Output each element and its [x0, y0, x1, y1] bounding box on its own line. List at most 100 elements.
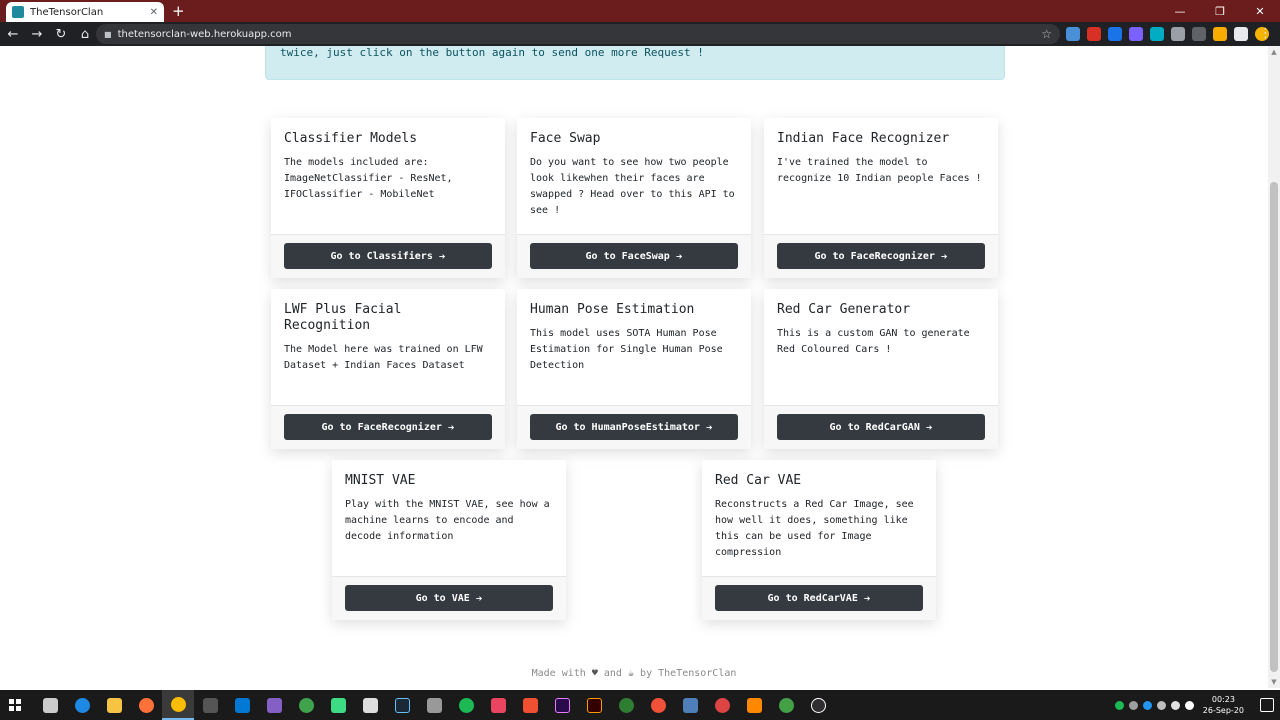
- storage-icon[interactable]: [418, 690, 450, 720]
- windows-logo-icon: [9, 699, 21, 711]
- browser-tab[interactable]: TheTensorClan ✕: [6, 2, 164, 22]
- extension-notes-icon[interactable]: [1213, 27, 1227, 41]
- vscode-icon[interactable]: [226, 690, 258, 720]
- minimize-button[interactable]: —: [1160, 0, 1200, 22]
- go-to-facerecognizer-button[interactable]: Go to FaceRecognizer ➔: [777, 243, 985, 269]
- coffee-icon: ☕: [627, 668, 635, 679]
- address-url[interactable]: thetensorclan-web.herokuapp.com: [118, 29, 1042, 40]
- extensions-puzzle-icon[interactable]: [1234, 27, 1248, 41]
- spotify-icon[interactable]: [450, 690, 482, 720]
- card-title: Red Car VAE: [715, 473, 802, 488]
- footer-by: by TheTensorClan: [640, 668, 737, 679]
- button-label: Go to Classifiers: [330, 250, 433, 262]
- tray-app-icon[interactable]: [1129, 700, 1138, 710]
- file-explorer-icon[interactable]: [98, 690, 130, 720]
- button-label: Go to HumanPoseEstimator: [555, 421, 700, 433]
- button-label: Go to RedCarVAE: [767, 592, 858, 604]
- go-to-lwf-facerecognizer-button[interactable]: Go to FaceRecognizer ➔: [284, 414, 492, 440]
- extension-grey-icon[interactable]: [1171, 27, 1185, 41]
- obs-icon[interactable]: [802, 690, 834, 720]
- arrow-right-icon: ➔: [863, 591, 871, 605]
- button-label: Go to FaceRecognizer: [321, 421, 442, 433]
- forward-arrow-icon[interactable]: →: [26, 23, 48, 45]
- vlc-icon[interactable]: [738, 690, 770, 720]
- arrow-right-icon: ➔: [447, 420, 455, 434]
- card-text: I've trained the model to recognize 10 I…: [777, 157, 982, 184]
- extension-gear-icon[interactable]: [1150, 27, 1164, 41]
- tray-spotify-icon[interactable]: [1115, 700, 1124, 710]
- tray-cloud-icon[interactable]: [1157, 700, 1166, 710]
- green-app-icon[interactable]: [290, 690, 322, 720]
- scroll-up-icon[interactable]: ▲: [1268, 46, 1280, 58]
- bookmark-star-icon[interactable]: ☆: [1041, 27, 1052, 41]
- menu-dots-icon[interactable]: ⋮: [1259, 26, 1272, 41]
- card-text: Do you want to see how two people look l…: [530, 157, 735, 216]
- go-to-humanposeestimator-button[interactable]: Go to HumanPoseEstimator ➔: [530, 414, 738, 440]
- arrow-right-icon: ➔: [940, 249, 948, 263]
- extension-new-icon[interactable]: [1108, 27, 1122, 41]
- go-to-faceswap-button[interactable]: Go to FaceSwap ➔: [530, 243, 738, 269]
- git-icon[interactable]: [514, 690, 546, 720]
- card-title: Human Pose Estimation: [530, 302, 695, 317]
- card-face-swap: Face Swap Do you want to see how two peo…: [517, 118, 751, 278]
- arrow-right-icon: ➔: [925, 420, 933, 434]
- edge-icon[interactable]: [66, 690, 98, 720]
- taskbar-clock[interactable]: 00:23 26-Sep-20: [1203, 694, 1244, 716]
- arrow-right-icon: ➔: [475, 591, 483, 605]
- start-button[interactable]: [0, 690, 30, 720]
- card-footer: Go to RedCarGAN ➔: [764, 405, 998, 449]
- home-icon[interactable]: ⌂: [74, 23, 96, 45]
- task-view-icon[interactable]: [34, 690, 66, 720]
- premiere-icon[interactable]: [546, 690, 578, 720]
- visual-studio-icon[interactable]: [258, 690, 290, 720]
- button-label: Go to RedCarGAN: [829, 421, 920, 433]
- extensions-row: [1066, 27, 1269, 41]
- firefox-icon[interactable]: [130, 690, 162, 720]
- tray-network-icon[interactable]: [1171, 700, 1180, 710]
- chrome-icon[interactable]: [162, 690, 194, 720]
- go-to-redcargan-button[interactable]: Go to RedCarGAN ➔: [777, 414, 985, 440]
- heart-icon: ♥: [591, 668, 598, 679]
- card-mnist-vae: MNIST VAE Play with the MNIST VAE, see h…: [332, 460, 566, 620]
- swift-icon[interactable]: [642, 690, 674, 720]
- new-tab-button[interactable]: +: [172, 2, 185, 20]
- extension-adblock-icon[interactable]: [1087, 27, 1101, 41]
- card-classifier-models: Classifier Models The models included ar…: [271, 118, 505, 278]
- page-scrollbar[interactable]: ▲ ▼: [1268, 46, 1280, 688]
- green-round-icon[interactable]: [770, 690, 802, 720]
- go-to-classifiers-button[interactable]: Go to Classifiers ➔: [284, 243, 492, 269]
- extension-counter-icon[interactable]: [1129, 27, 1143, 41]
- address-bar[interactable]: ■ thetensorclan-web.herokuapp.com ☆: [96, 24, 1060, 44]
- lock-icon: ■: [104, 29, 112, 39]
- alert-text: twice, just click on the button again to…: [280, 46, 704, 59]
- steam-icon[interactable]: [386, 690, 418, 720]
- close-window-button[interactable]: ✕: [1240, 0, 1280, 22]
- page-viewport: twice, just click on the button again to…: [0, 46, 1268, 688]
- back-arrow-icon[interactable]: ←: [2, 23, 24, 45]
- scrollbar-thumb[interactable]: [1270, 182, 1278, 672]
- unity-icon[interactable]: [354, 690, 386, 720]
- android-icon[interactable]: [610, 690, 642, 720]
- extension-circle-icon[interactable]: [1192, 27, 1206, 41]
- footer-and: and: [603, 668, 622, 679]
- scroll-down-icon[interactable]: ▼: [1268, 676, 1280, 688]
- notification-icon[interactable]: [1260, 698, 1274, 712]
- go-to-redcarvae-button[interactable]: Go to RedCarVAE ➔: [715, 585, 923, 611]
- tray-volume-icon[interactable]: [1185, 700, 1194, 710]
- maximize-button[interactable]: ❐: [1200, 0, 1240, 22]
- terminal-icon[interactable]: [194, 690, 226, 720]
- illustrator-icon[interactable]: [578, 690, 610, 720]
- tray-bluetooth-icon[interactable]: [1143, 700, 1152, 710]
- go-to-vae-button[interactable]: Go to VAE ➔: [345, 585, 553, 611]
- tab-close-icon[interactable]: ✕: [150, 7, 158, 18]
- android-studio-icon[interactable]: [322, 690, 354, 720]
- shield-app-icon[interactable]: [674, 690, 706, 720]
- card-footer: Go to VAE ➔: [332, 576, 566, 620]
- window-controls: — ❐ ✕: [1160, 0, 1280, 22]
- extension-shield-icon[interactable]: [1066, 27, 1080, 41]
- pen-app-icon[interactable]: [706, 690, 738, 720]
- reload-icon[interactable]: ↻: [50, 23, 72, 45]
- card-text: Reconstructs a Red Car Image, see how we…: [715, 499, 914, 558]
- tool-icon[interactable]: [482, 690, 514, 720]
- card-lwf-facial-recognition: LWF Plus Facial Recognition The Model he…: [271, 289, 505, 449]
